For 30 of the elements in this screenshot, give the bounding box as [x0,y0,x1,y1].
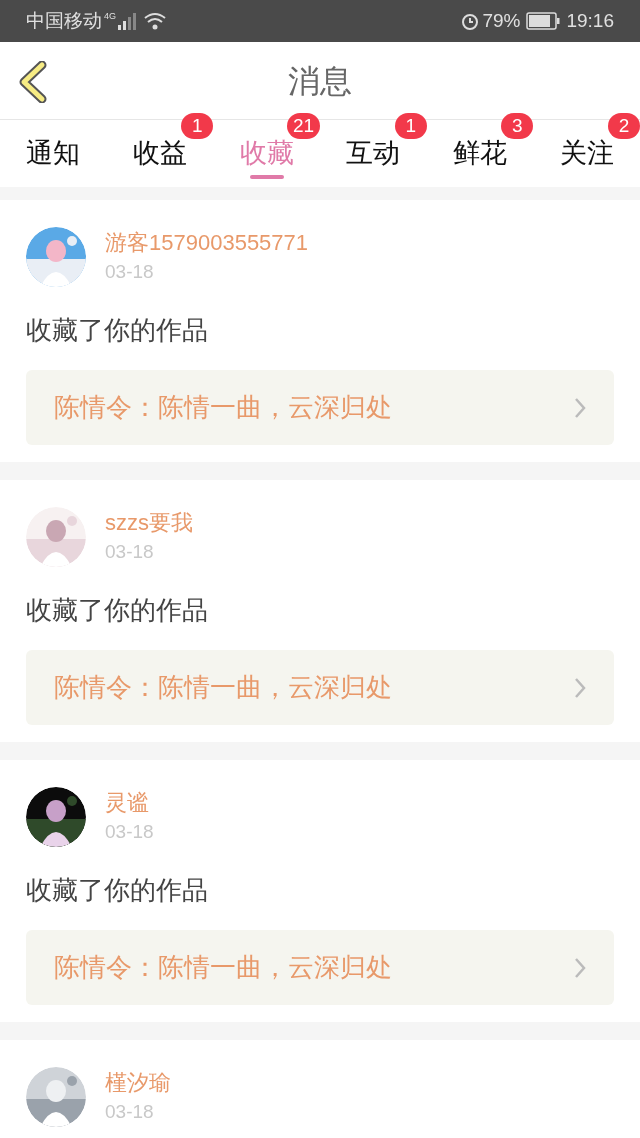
active-tab-indicator [249,175,284,179]
clock-time: 19:16 [566,8,614,33]
count-badge: 21 [286,113,320,139]
count-badge: 2 [608,113,640,139]
user-name[interactable]: szzs要我 [105,508,193,538]
alarm-icon [460,11,481,31]
network-type: 4G [104,10,116,23]
wifi-icon [143,12,167,30]
carrier-name: 中国移动 [26,8,102,33]
count-badge: 1 [181,113,214,139]
work-link[interactable]: 陈情令：陈情一曲，云深归处 [26,370,614,445]
signal-icon [117,12,137,30]
work-link[interactable]: 陈情令：陈情一曲，云深归处 [26,930,614,1005]
message-text: 收藏了你的作品 [26,874,209,907]
tab[interactable]: 通知 [0,120,107,187]
message-text: 收藏了你的作品 [26,594,209,627]
user-name[interactable]: 槿汐瑜 [105,1068,171,1098]
back-icon [18,61,48,103]
count-badge: 1 [394,113,427,139]
user-name[interactable]: 游客1579003555771 [105,228,309,258]
message-text: 收藏了你的作品 [26,314,209,347]
chevron-right-icon [574,956,586,979]
chevron-right-icon [574,396,586,419]
battery-level: 79% [482,8,521,33]
work-link[interactable]: 陈情令：陈情一曲，云深归处 [26,650,614,725]
count-badge: 3 [501,113,534,139]
battery-icon [526,12,561,30]
chevron-right-icon [574,676,586,699]
page-title: 消息 [288,61,352,101]
user-name[interactable]: 灵谧 [105,788,154,818]
